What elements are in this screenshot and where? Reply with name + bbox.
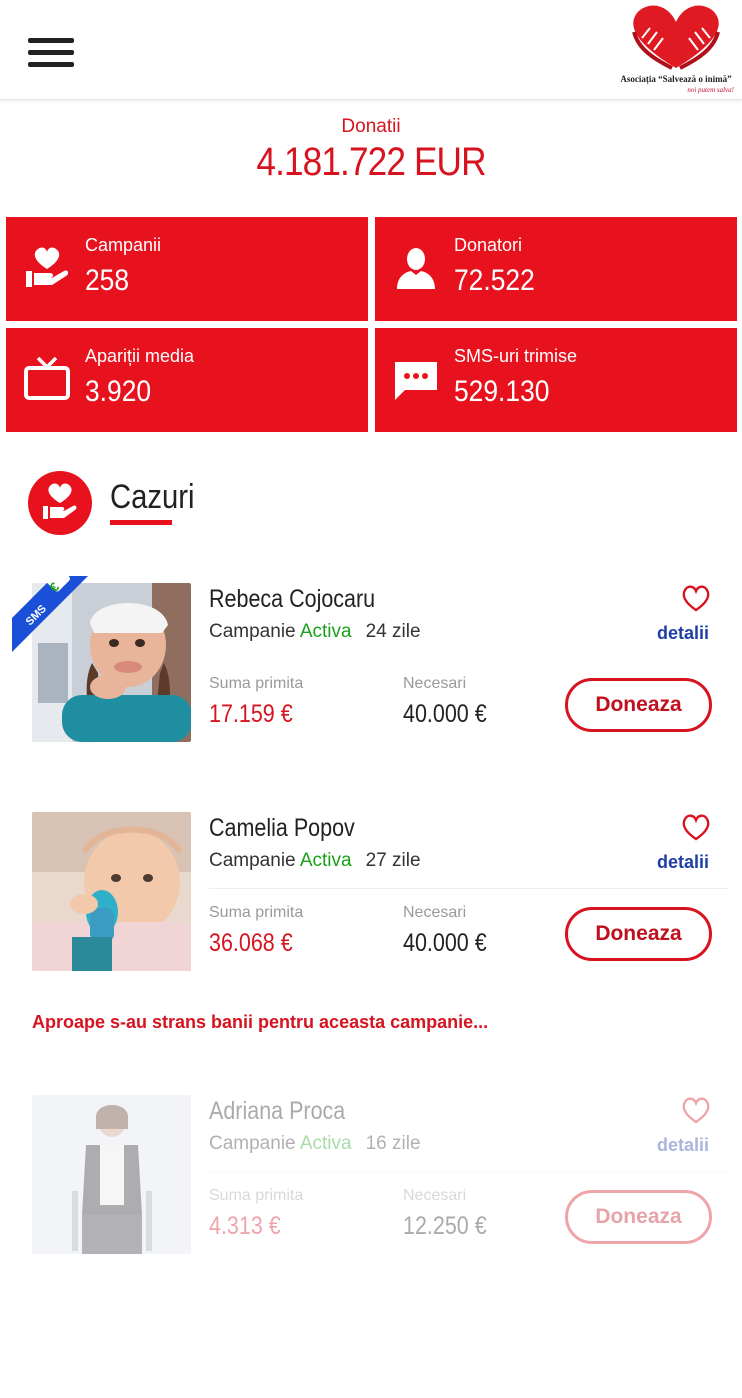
stat-value: 72.522: [454, 264, 535, 297]
received-label: Suma primita: [209, 675, 304, 692]
case-photo[interactable]: [32, 812, 191, 971]
donate-button[interactable]: Doneaza: [565, 678, 712, 732]
donations-label: Donatii: [341, 116, 401, 137]
details-link[interactable]: detalii: [657, 852, 709, 873]
heart-hand-icon: [43, 483, 77, 519]
days-left: 16 zile: [365, 1133, 421, 1154]
received-label: Suma primita: [209, 904, 304, 921]
sms-donation-badge: SMS €: [12, 565, 88, 652]
logo-name: Asociația “Salvează o inimă”: [620, 74, 732, 84]
case-name[interactable]: Adriana Proca: [209, 1097, 345, 1126]
status-prefix: Campanie: [209, 621, 296, 642]
needed-amount: 40.000 €: [403, 929, 487, 957]
cases-section-title: Cazuri: [110, 478, 195, 516]
campaign-status: Campanie Activa 16 zile: [209, 1133, 421, 1155]
baby-photo-image: [32, 812, 191, 971]
stat-label: Campanii: [85, 235, 162, 255]
campaign-almost-funded-notice: Aproape s-au strans banii pentru aceasta…: [32, 1012, 489, 1032]
received-label: Suma primita: [209, 1187, 304, 1204]
details-link[interactable]: detalii: [657, 623, 709, 644]
received-amount: 36.068 €: [209, 929, 293, 957]
favorite-heart-icon[interactable]: [680, 1095, 712, 1125]
needed-label: Necesari: [403, 904, 467, 921]
days-left: 27 zile: [365, 850, 421, 871]
needed-amount: 40.000 €: [403, 700, 487, 728]
section-title-underline: [110, 520, 172, 525]
stat-tile-media[interactable]: Apariții media 3.920: [6, 328, 368, 432]
favorite-heart-icon[interactable]: [680, 812, 712, 842]
stat-tile-donors[interactable]: Donatori 72.522: [375, 217, 737, 321]
case-card[interactable]: Camelia Popov Campanie Activa 27 zile det…: [0, 812, 742, 992]
girl-photo-image: [32, 1095, 191, 1254]
heart-hands-logo-icon: [632, 5, 720, 70]
stat-label: Apariții media: [85, 346, 195, 366]
status-active: Activa: [299, 621, 352, 642]
details-link[interactable]: detalii: [657, 1135, 709, 1156]
status-active: Activa: [299, 1133, 352, 1154]
cases-section-icon: [28, 471, 92, 535]
tv-icon: [24, 356, 70, 400]
stat-value: 258: [85, 264, 130, 297]
status-prefix: Campanie: [209, 1133, 296, 1154]
donate-button[interactable]: Doneaza: [565, 1190, 712, 1244]
days-left: 24 zile: [365, 621, 421, 642]
status-prefix: Campanie: [209, 850, 296, 871]
needed-label: Necesari: [403, 1187, 467, 1204]
received-amount: 17.159 €: [209, 700, 293, 728]
needed-amount: 12.250 €: [403, 1212, 487, 1240]
favorite-heart-icon[interactable]: [680, 583, 712, 613]
case-name[interactable]: Rebeca Cojocaru: [209, 585, 375, 614]
stat-value: 3.920: [85, 375, 152, 408]
received-amount: 4.313 €: [209, 1212, 281, 1240]
donations-value: 4.181.722 EUR: [256, 140, 486, 184]
logo-slogan: noi putem salva!: [687, 86, 734, 94]
hamburger-menu-icon[interactable]: [28, 38, 74, 70]
case-name[interactable]: Camelia Popov: [209, 814, 355, 843]
app-header: Asociația “Salvează o inimă” noi putem s…: [0, 0, 742, 100]
stat-label: SMS-uri trimise: [454, 346, 578, 366]
needed-label: Necesari: [403, 675, 467, 692]
stat-label: Donatori: [454, 235, 523, 255]
stat-tile-sms[interactable]: SMS-uri trimise 529.130: [375, 328, 737, 432]
status-active: Activa: [299, 850, 352, 871]
message-icon: [395, 362, 437, 400]
campaign-status: Campanie Activa 24 zile: [209, 621, 421, 643]
case-card[interactable]: Rebeca Cojocaru Campanie Activa 24 zile d…: [0, 583, 742, 763]
divider: [209, 888, 729, 889]
campaign-status: Campanie Activa 27 zile: [209, 850, 421, 872]
case-card[interactable]: Adriana Proca Campanie Activa 16 zile det…: [0, 1095, 742, 1275]
organization-logo[interactable]: Asociația “Salvează o inimă” noi putem s…: [612, 2, 740, 96]
stat-tile-campaigns[interactable]: Campanii 258: [6, 217, 368, 321]
person-icon: [397, 248, 435, 289]
stat-value: 529.130: [454, 375, 550, 408]
case-photo[interactable]: [32, 1095, 191, 1254]
donate-button[interactable]: Doneaza: [565, 907, 712, 961]
donations-total: Donatii 4.181.722 EUR: [0, 116, 742, 185]
heart-hand-icon: [26, 247, 69, 287]
divider: [209, 1171, 729, 1172]
